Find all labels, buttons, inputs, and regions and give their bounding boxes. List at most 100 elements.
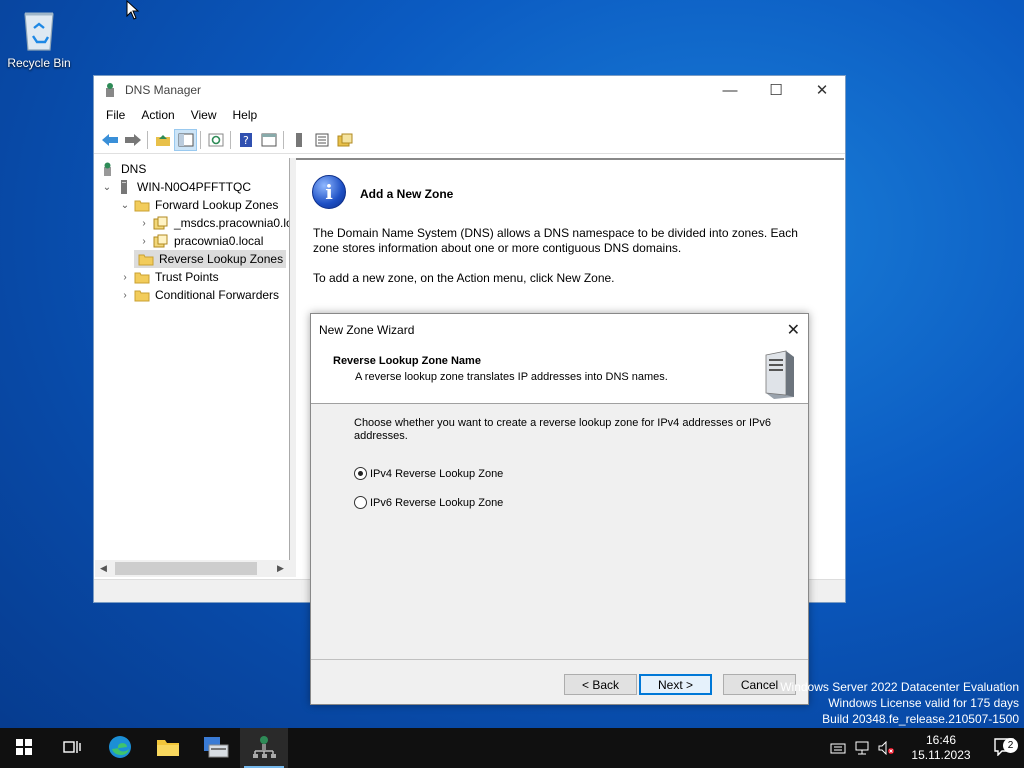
tree-item-forward-lookup-zones[interactable]: ⌄ Forward Lookup Zones	[120, 196, 279, 214]
menu-action[interactable]: Action	[133, 108, 182, 122]
server-manager-button[interactable]	[192, 728, 240, 768]
dialog-title: New Zone Wizard	[319, 322, 415, 337]
up-folder-icon[interactable]	[151, 129, 174, 151]
zone-icon[interactable]	[333, 129, 356, 151]
dns-manager-taskbar-button[interactable]	[240, 728, 288, 768]
chevron-right-icon[interactable]: ›	[120, 272, 130, 283]
menu-file[interactable]: File	[98, 108, 133, 122]
tree-label: Conditional Forwarders	[155, 288, 280, 302]
toolbar: ?	[94, 126, 845, 154]
zone-icon	[153, 216, 169, 230]
ipv6-radio-label: IPv6 Reverse Lookup Zone	[370, 496, 504, 509]
tree-label: DNS	[121, 162, 147, 176]
tree-item-pracownia-zone[interactable]: › pracownia0.local	[139, 232, 263, 250]
tree-label: Reverse Lookup Zones	[159, 252, 284, 266]
task-view-button[interactable]	[48, 728, 96, 768]
dns-network-icon	[252, 735, 276, 762]
clock-time: 16:46	[925, 733, 957, 747]
new-zone-wizard-dialog: New Zone Wizard ✕ Reverse Lookup Zone Na…	[310, 313, 809, 705]
forward-arrow-icon[interactable]	[121, 129, 144, 151]
tree-label: WIN-N0O4PFFTTQC	[137, 180, 251, 194]
start-button[interactable]	[0, 728, 48, 768]
help-icon[interactable]: ?	[234, 129, 257, 151]
folder-icon	[134, 270, 150, 284]
edition-watermark: Windows Server 2022 Datacenter Evaluatio…	[780, 679, 1019, 727]
mouse-cursor-icon	[126, 0, 140, 23]
tree-label: Trust Points	[155, 270, 219, 284]
toolbar-separator	[283, 130, 284, 149]
clock[interactable]: 16:46 15.11.2023	[906, 733, 976, 763]
watermark-line: Windows Server 2022 Datacenter Evaluatio…	[780, 680, 1019, 694]
ipv6-radio[interactable]: IPv6 Reverse Lookup Zone	[354, 496, 503, 509]
server-manager-icon	[203, 735, 229, 762]
folder-icon	[134, 288, 150, 302]
maximize-button[interactable]: ☐	[753, 76, 799, 104]
close-button[interactable]: ✕	[799, 76, 845, 104]
minimize-button[interactable]: —	[707, 76, 753, 104]
window-title: DNS Manager	[125, 83, 202, 97]
volume-muted-icon[interactable]	[874, 741, 898, 755]
back-arrow-icon[interactable]	[98, 129, 121, 151]
system-tray: 16:46 15.11.2023 2	[826, 728, 1024, 768]
title-bar: DNS Manager — ☐ ✕	[94, 76, 845, 104]
radio-selected-icon[interactable]	[354, 467, 367, 480]
tree-item-msdcs-zone[interactable]: › _msdcs.pracownia0.local	[139, 214, 289, 232]
wizard-heading: Reverse Lookup Zone Name	[333, 355, 481, 367]
menu-help[interactable]: Help	[225, 108, 266, 122]
wizard-footer: < Back Next > Cancel	[311, 659, 808, 704]
tree-label: pracownia0.local	[174, 234, 264, 248]
toolbar-separator	[230, 130, 231, 149]
tree-item-dns[interactable]: DNS	[100, 160, 146, 178]
chevron-right-icon[interactable]: ›	[139, 218, 149, 229]
dns-root-icon	[100, 162, 116, 176]
network-icon[interactable]	[850, 741, 874, 755]
scroll-left-icon[interactable]: ◀	[100, 563, 107, 574]
radio-unselected-icon[interactable]	[354, 496, 367, 509]
input-icon[interactable]	[826, 742, 850, 754]
chevron-down-icon[interactable]: ⌄	[120, 200, 130, 211]
next-button[interactable]: Next >	[639, 674, 712, 695]
wizard-subheading: A reverse lookup zone translates IP addr…	[355, 371, 668, 383]
chevron-right-icon[interactable]: ›	[120, 290, 130, 301]
tree-item-conditional-forwarders[interactable]: › Conditional Forwarders	[120, 286, 279, 304]
scroll-right-icon[interactable]: ▶	[277, 563, 284, 574]
ipv4-radio[interactable]: IPv4 Reverse Lookup Zone	[354, 467, 503, 480]
zone-icon	[153, 234, 169, 248]
recycle-bin-icon	[20, 8, 58, 52]
show-hide-tree-icon[interactable]	[174, 128, 197, 151]
svg-text:?: ?	[243, 134, 249, 147]
watermark-line: Build 20348.fe_release.210507-1500	[822, 712, 1019, 726]
edge-taskbar-button[interactable]	[96, 728, 144, 768]
tree-item-trust-points[interactable]: › Trust Points	[120, 268, 219, 286]
file-explorer-button[interactable]	[144, 728, 192, 768]
info-icon: i	[312, 175, 346, 209]
pane-description: The Domain Name System (DNS) allows a DN…	[313, 226, 798, 255]
refresh-icon[interactable]	[204, 129, 227, 151]
scrollbar-thumb[interactable]	[115, 562, 257, 575]
back-button[interactable]: < Back	[564, 674, 637, 695]
server-icon[interactable]	[287, 129, 310, 151]
dialog-title-bar: New Zone Wizard ✕	[311, 314, 808, 345]
toolbar-separator	[147, 130, 148, 149]
recycle-bin[interactable]: Recycle Bin	[6, 8, 72, 70]
tree-label: _msdcs.pracownia0.local	[174, 216, 289, 230]
toolbar-separator	[200, 130, 201, 149]
tree-item-reverse-lookup-zones[interactable]: Reverse Lookup Zones	[134, 250, 287, 268]
dns-app-icon	[102, 82, 118, 98]
chevron-down-icon[interactable]: ⌄	[102, 182, 112, 193]
console-tree: DNS ⌄ WIN-N0O4PFFTTQC ⌄ Forward Lookup Z…	[95, 158, 290, 577]
menu-bar: File Action View Help	[94, 104, 845, 126]
taskbar: 16:46 15.11.2023 2	[0, 728, 1024, 768]
server-tower-icon	[760, 349, 798, 402]
menu-view[interactable]: View	[183, 108, 225, 122]
tree-item-server[interactable]: ⌄ WIN-N0O4PFFTTQC	[102, 178, 251, 196]
list-icon[interactable]	[310, 129, 333, 151]
dialog-close-icon[interactable]: ✕	[787, 320, 800, 340]
notification-center-button[interactable]: 2	[984, 737, 1024, 759]
clock-date: 15.11.2023	[911, 748, 971, 762]
ipv4-radio-label: IPv4 Reverse Lookup Zone	[370, 467, 504, 480]
edge-icon	[108, 735, 132, 762]
chevron-right-icon[interactable]: ›	[139, 236, 149, 247]
tree-horizontal-scrollbar[interactable]: ◀ ▶	[95, 560, 290, 577]
properties-icon[interactable]	[257, 129, 280, 151]
